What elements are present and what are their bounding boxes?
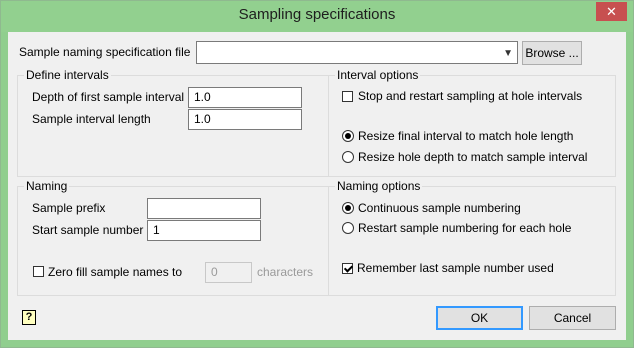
dialog-body: Sample naming specification file ▼ Brows… — [8, 32, 626, 340]
characters-label: characters — [257, 265, 314, 279]
zero-fill-checkbox[interactable] — [33, 266, 44, 277]
zero-fill-label[interactable]: Zero fill sample names to — [48, 265, 182, 279]
stop-restart-checkbox[interactable] — [342, 91, 353, 102]
depth-first-interval-input[interactable]: 1.0 — [188, 87, 302, 108]
ok-button[interactable]: OK — [436, 306, 523, 330]
sample-interval-length-label: Sample interval length — [32, 112, 151, 126]
start-sample-number-label: Start sample number — [32, 223, 144, 237]
stop-restart-label[interactable]: Stop and restart sampling at hole interv… — [358, 89, 582, 103]
start-sample-number-input[interactable]: 1 — [147, 220, 261, 241]
interval-options-title: Interval options — [335, 68, 421, 82]
title-bar[interactable]: Sampling specifications ✕ — [1, 1, 633, 32]
spec-file-label: Sample naming specification file — [19, 45, 191, 59]
zero-fill-input[interactable]: 0 — [205, 262, 252, 283]
dialog-window: Sampling specifications ✕ Sample naming … — [0, 0, 634, 348]
restart-numbering-radio[interactable] — [342, 222, 354, 234]
continuous-numbering-radio[interactable] — [342, 202, 354, 214]
depth-first-interval-label: Depth of first sample interval — [32, 90, 185, 104]
naming-options-title: Naming options — [335, 179, 423, 193]
continuous-numbering-label[interactable]: Continuous sample numbering — [358, 201, 521, 215]
resize-depth-radio[interactable] — [342, 151, 354, 163]
spec-file-combo[interactable]: ▼ — [196, 41, 518, 64]
sample-prefix-label: Sample prefix — [32, 201, 106, 215]
sample-interval-length-input[interactable]: 1.0 — [188, 109, 302, 130]
cancel-button[interactable]: Cancel — [529, 306, 616, 330]
restart-numbering-label[interactable]: Restart sample numbering for each hole — [358, 221, 571, 235]
resize-final-radio[interactable] — [342, 130, 354, 142]
define-intervals-title: Define intervals — [24, 68, 111, 82]
window-title: Sampling specifications — [238, 6, 396, 23]
naming-title: Naming — [24, 179, 70, 193]
resize-final-label[interactable]: Resize final interval to match hole leng… — [358, 129, 573, 143]
close-button[interactable]: ✕ — [596, 2, 627, 21]
resize-depth-label[interactable]: Resize hole depth to match sample interv… — [358, 150, 587, 164]
remember-last-number-checkbox[interactable] — [342, 263, 353, 274]
browse-button[interactable]: Browse ... — [522, 41, 582, 65]
remember-last-number-label[interactable]: Remember last sample number used — [357, 261, 554, 275]
chevron-down-icon[interactable]: ▼ — [503, 44, 513, 63]
help-icon[interactable]: ? — [22, 310, 36, 325]
sample-prefix-input[interactable] — [147, 198, 261, 219]
